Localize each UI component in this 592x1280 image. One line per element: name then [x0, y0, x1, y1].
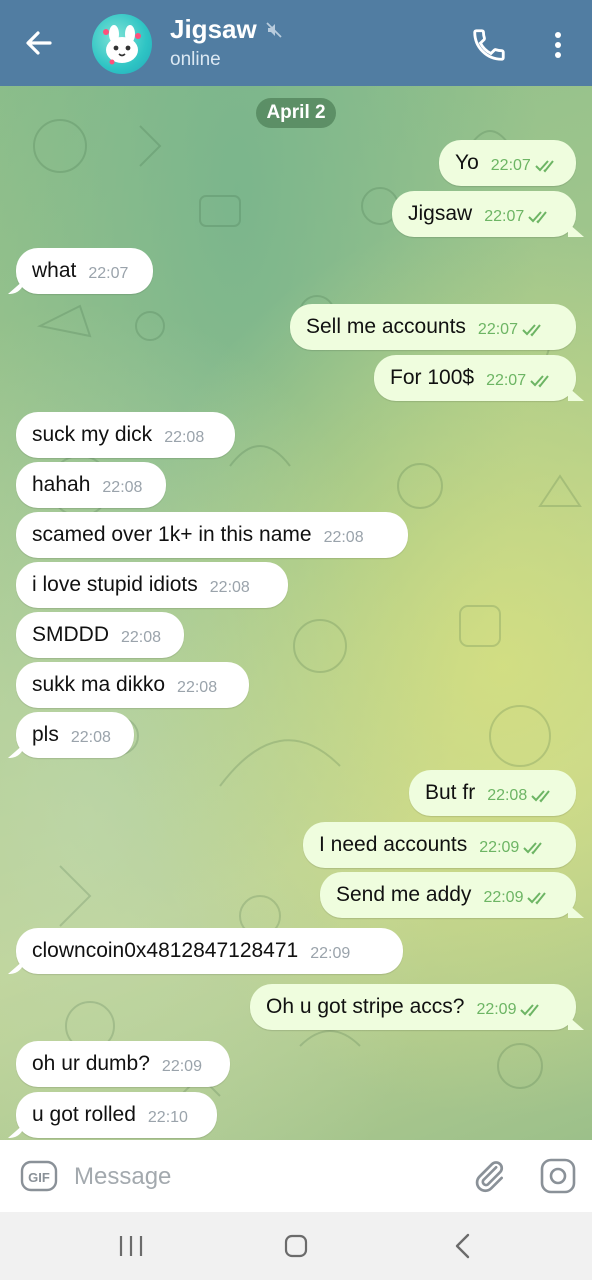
- message-time: 22:08: [102, 479, 143, 496]
- message-bubble-outgoing[interactable]: Send me addy 22:09: [320, 872, 576, 918]
- message-time: 22:10: [147, 1109, 188, 1126]
- message-time: 22:08: [70, 729, 111, 746]
- message-bubble-incoming[interactable]: clowncoin0x4812847128471 22:09: [16, 928, 403, 974]
- message-text: u got rolled: [32, 1103, 136, 1126]
- gif-label: GIF: [28, 1170, 50, 1185]
- message-time: 22:09: [310, 945, 351, 962]
- double-check-icon: [527, 892, 547, 905]
- back-arrow-icon[interactable]: [20, 24, 58, 62]
- paperclip-icon[interactable]: [470, 1156, 508, 1196]
- message-time: 22:08: [164, 429, 205, 446]
- date-separator: April 2: [256, 98, 336, 128]
- message-list[interactable]: April 2 Yo 22:07 Jigsaw 22:07 what 22:07…: [0, 86, 592, 1140]
- recents-icon[interactable]: [118, 1234, 144, 1258]
- message-input[interactable]: [72, 1156, 456, 1198]
- message-text: I need accounts: [319, 833, 468, 856]
- message-bubble-incoming[interactable]: oh ur dumb? 22:09: [16, 1041, 230, 1087]
- message-text: scamed over 1k+ in this name: [32, 523, 312, 546]
- message-time: 22:07: [88, 265, 129, 282]
- contact-status: online: [170, 49, 221, 70]
- message-bubble-outgoing[interactable]: But fr 22:08: [409, 770, 576, 816]
- double-check-icon: [535, 160, 554, 173]
- message-bubble-incoming[interactable]: i love stupid idiots 22:08: [16, 562, 288, 608]
- message-bubble-outgoing[interactable]: Yo 22:07: [439, 140, 576, 186]
- message-bubble-incoming[interactable]: scamed over 1k+ in this name 22:08: [16, 512, 408, 558]
- message-time: 22:07: [477, 321, 518, 338]
- message-bubble-incoming[interactable]: what 22:07: [16, 248, 153, 294]
- message-bubble-incoming[interactable]: SMDDD 22:08: [16, 612, 184, 658]
- message-time: 22:08: [209, 579, 250, 596]
- home-icon[interactable]: [284, 1234, 308, 1258]
- message-time: 22:08: [177, 679, 218, 696]
- message-bubble-outgoing[interactable]: I need accounts 22:09: [303, 822, 576, 868]
- message-text: what: [32, 259, 77, 282]
- message-bubble-incoming[interactable]: u got rolled 22:10: [16, 1092, 217, 1138]
- message-text: oh ur dumb?: [32, 1052, 150, 1075]
- message-time: 22:09: [483, 889, 524, 906]
- message-time: 22:09: [479, 839, 520, 856]
- message-time: 22:07: [486, 372, 527, 389]
- message-text: Send me addy: [336, 883, 472, 906]
- message-bubble-outgoing[interactable]: Oh u got stripe accs? 22:09: [250, 984, 576, 1030]
- double-check-icon: [531, 790, 551, 803]
- message-bubble-incoming[interactable]: sukk ma dikko 22:08: [16, 662, 249, 708]
- message-text: For 100$: [390, 366, 475, 389]
- double-check-icon: [522, 324, 541, 337]
- double-check-icon: [530, 375, 549, 388]
- message-composer: GIF: [0, 1140, 592, 1212]
- phone-icon[interactable]: [470, 26, 508, 64]
- message-time: 22:08: [121, 629, 162, 646]
- message-time: 22:07: [484, 208, 525, 225]
- message-bubble-incoming[interactable]: hahah 22:08: [16, 462, 166, 508]
- gif-button[interactable]: GIF: [20, 1160, 58, 1192]
- message-text: SMDDD: [32, 623, 109, 646]
- avatar[interactable]: [92, 14, 152, 74]
- chat-header: Jigsaw online: [0, 0, 592, 86]
- message-bubble-outgoing[interactable]: Jigsaw 22:07: [392, 191, 576, 237]
- chat-title-block[interactable]: Jigsaw online: [170, 14, 283, 71]
- double-check-icon: [528, 211, 548, 224]
- mute-icon: [265, 21, 283, 39]
- message-text: pls: [32, 723, 59, 746]
- message-time: 22:08: [323, 529, 364, 546]
- double-check-icon: [523, 842, 543, 855]
- more-vert-icon[interactable]: [544, 26, 572, 64]
- message-text: But fr: [425, 781, 476, 804]
- camera-icon[interactable]: [538, 1156, 578, 1196]
- back-icon[interactable]: [452, 1232, 474, 1260]
- message-bubble-incoming[interactable]: suck my dick 22:08: [16, 412, 235, 458]
- message-time: 22:08: [487, 787, 528, 804]
- message-text: sukk ma dikko: [32, 673, 166, 696]
- message-time: 22:09: [476, 1001, 517, 1018]
- message-bubble-outgoing[interactable]: Sell me accounts 22:07: [290, 304, 576, 350]
- message-text: Yo: [455, 151, 479, 174]
- message-text: suck my dick: [32, 423, 153, 446]
- message-text: clowncoin0x4812847128471: [32, 939, 299, 962]
- contact-name: Jigsaw: [170, 14, 257, 44]
- message-text: i love stupid idiots: [32, 573, 198, 596]
- message-bubble-outgoing[interactable]: For 100$ 22:07: [374, 355, 576, 401]
- message-text: hahah: [32, 473, 91, 496]
- message-time: 22:09: [161, 1058, 202, 1075]
- system-nav-bar: [0, 1212, 592, 1280]
- message-text: Oh u got stripe accs?: [266, 995, 465, 1018]
- message-time: 22:07: [490, 157, 531, 174]
- double-check-icon: [520, 1004, 540, 1017]
- message-text: Sell me accounts: [306, 315, 466, 338]
- message-bubble-incoming[interactable]: pls 22:08: [16, 712, 134, 758]
- message-text: Jigsaw: [408, 202, 473, 225]
